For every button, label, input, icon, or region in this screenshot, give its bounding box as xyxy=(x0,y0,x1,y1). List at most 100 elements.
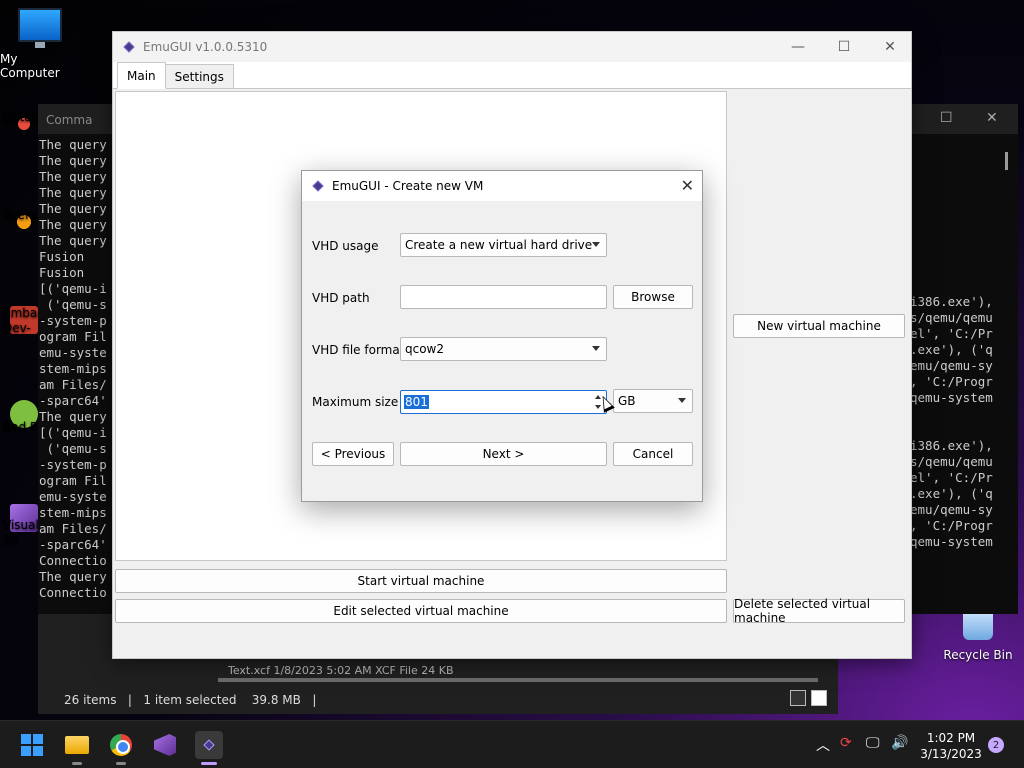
vhd-format-value: qcow2 xyxy=(405,342,445,356)
horizontal-scrollbar[interactable] xyxy=(218,678,818,682)
cmd-title: Comma xyxy=(46,113,93,127)
scrollbar-thumb[interactable] xyxy=(1005,152,1008,170)
windows-logo-icon xyxy=(21,734,43,756)
recycle-bin-icon[interactable]: Recycle Bin xyxy=(938,610,1018,662)
tiles-view-icon[interactable] xyxy=(811,690,827,706)
clock-time: 1:02 PM xyxy=(926,731,976,745)
cmd-line: Fusion xyxy=(39,249,85,264)
network-icon[interactable]: 🖵 xyxy=(866,735,880,751)
status-size: 39.8 MB xyxy=(251,693,301,707)
delete-vm-button[interactable]: Delete selected virtual machine xyxy=(733,597,905,625)
cmd-line: ogram Fil xyxy=(39,473,107,488)
desktop-icon-visual-studio[interactable]: Visual 20 xyxy=(0,504,40,547)
cmd-line xyxy=(910,166,1018,182)
taskbar-emugui[interactable] xyxy=(195,731,223,765)
cancel-button[interactable]: Cancel xyxy=(613,442,693,466)
vhd-usage-select[interactable]: Create a new virtual hard drive xyxy=(400,233,607,257)
explorer-status-bar: 26 items | 1 item selected 39.8 MB | xyxy=(64,693,316,707)
my-computer-icon[interactable]: My Computer xyxy=(0,8,80,80)
status-item-count: 26 items xyxy=(64,693,117,707)
system-clock[interactable]: 1:02 PM 3/13/2023 xyxy=(916,730,986,762)
edit-vm-button[interactable]: Edit selected virtual machine xyxy=(115,599,727,623)
cmd-line xyxy=(910,406,1018,422)
cmd-output: The query The query The query The query The … xyxy=(38,134,118,601)
notification-badge[interactable]: 2 xyxy=(988,737,1004,753)
update-sync-icon[interactable]: ⟳ xyxy=(840,735,852,751)
tab-settings[interactable]: Settings xyxy=(164,64,234,89)
desktop-icon-label: Embar Dev- xyxy=(3,306,40,335)
status-separator-icon: | xyxy=(120,693,140,707)
dialog-titlebar: EmuGUI - Create new VM ✕ xyxy=(302,171,702,201)
recycle-bin-label: Recycle Bin xyxy=(943,648,1013,662)
taskbar-visual-studio[interactable] xyxy=(151,731,179,759)
minimize-button[interactable]: — xyxy=(775,32,821,62)
desktop-icon-label: Visual 20 xyxy=(3,518,39,547)
cmd-line: stem-mips xyxy=(39,361,107,376)
file-row[interactable]: Text.xcf 1/8/2023 5:02 AM XCF File 24 KB xyxy=(228,664,453,677)
desktop-icon-dataw[interactable]: DataW xyxy=(0,110,40,138)
cmd-line xyxy=(910,182,1018,198)
cmd-line: qemu-system xyxy=(910,534,993,549)
close-icon: ✕ xyxy=(884,39,896,55)
details-view-icon[interactable] xyxy=(790,690,806,706)
desktop-icon-every[interactable]: Every xyxy=(0,208,40,236)
maximize-icon[interactable]: ☐ xyxy=(940,110,953,126)
cmd-line: The query xyxy=(39,169,107,184)
folder-icon xyxy=(65,736,89,754)
start-vm-button[interactable]: Start virtual machine xyxy=(115,569,727,593)
cmd-titlebar: Comma xyxy=(38,104,118,134)
bin-icon xyxy=(963,610,993,640)
cmd-line xyxy=(910,214,1018,230)
max-size-value[interactable]: 801 xyxy=(404,395,429,409)
cmd-line: -sparc64' xyxy=(39,537,107,552)
chevron-down-icon xyxy=(678,398,686,403)
maximize-button[interactable]: ☐ xyxy=(821,32,867,62)
close-icon[interactable]: ✕ xyxy=(986,110,998,126)
cmd-line: The query xyxy=(39,185,107,200)
cmd-line: am Files/ xyxy=(39,377,107,392)
max-size-spinbox[interactable]: 801 xyxy=(400,390,607,414)
status-separator-icon: | xyxy=(304,693,317,707)
browse-button[interactable]: Browse xyxy=(613,285,693,309)
volume-icon[interactable]: 🔊 xyxy=(891,735,908,751)
desktop-icon-embarcadero[interactable]: Embar Dev- xyxy=(0,306,40,335)
cmd-line: [('qemu-i xyxy=(39,281,107,296)
vhd-format-label: VHD file format xyxy=(312,343,405,357)
vhd-usage-label: VHD usage xyxy=(312,239,379,253)
close-button[interactable]: ✕ xyxy=(867,32,913,62)
start-button[interactable] xyxy=(18,731,46,759)
cmd-line: s/qemu/qemu xyxy=(910,454,993,469)
cmd-titlebar: ☐ ✕ xyxy=(906,104,1018,134)
next-button[interactable]: Next > xyxy=(400,442,607,466)
desktop-icon-label: Every xyxy=(3,208,38,222)
show-hidden-icons-chevron-icon[interactable]: ︿ xyxy=(816,735,830,755)
tab-main[interactable]: Main xyxy=(117,62,166,89)
cmd-line xyxy=(910,246,1018,262)
size-unit-select[interactable]: GB xyxy=(613,389,693,413)
new-vm-button[interactable]: New virtual machine xyxy=(733,314,905,338)
maximize-icon: ☐ xyxy=(837,39,851,55)
vhd-path-input[interactable] xyxy=(400,285,607,309)
cmd-line: The query xyxy=(39,137,107,152)
previous-button[interactable]: < Previous xyxy=(312,442,394,466)
cmd-line: emu-syste xyxy=(39,345,107,360)
cmd-line: am Files/ xyxy=(39,521,107,536)
vhd-path-label: VHD path xyxy=(312,291,370,305)
cmd-line: i386.exe'), xyxy=(910,294,993,309)
vhd-usage-value: Create a new virtual hard drive xyxy=(405,238,593,252)
cmd-line: Fusion xyxy=(39,265,85,280)
cmd-line: , 'C:/Progr xyxy=(910,374,993,389)
close-icon[interactable]: ✕ xyxy=(681,176,694,195)
command-prompt-window-right: ☐ ✕ i386.exe'), s/qemu/qemu el', 'C:/Pr .ex… xyxy=(906,104,1018,614)
my-computer-label: My Computer xyxy=(0,52,60,80)
cmd-line xyxy=(910,278,1018,294)
taskbar-chrome[interactable] xyxy=(107,731,135,765)
taskbar-file-explorer[interactable] xyxy=(63,731,91,765)
cmd-line xyxy=(910,262,1018,278)
vhd-format-select[interactable]: qcow2 xyxy=(400,337,607,361)
desktop-icon-bad-piggies[interactable]: Bad P xyxy=(0,400,40,434)
cmd-output: i386.exe'), s/qemu/qemu el', 'C:/Pr .exe'),… xyxy=(906,134,1018,550)
clock-date: 3/13/2023 xyxy=(920,747,982,761)
cmd-line: The query xyxy=(39,569,107,584)
cmd-line: Connectio xyxy=(39,585,107,600)
